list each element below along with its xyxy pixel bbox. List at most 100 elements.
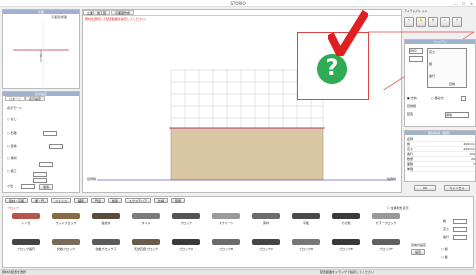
category-tabs: 建材・平面 塀・門 フェンス 舗装 門扉 植栽 エクステリア 外構 照明 (5, 198, 185, 204)
material-item[interactable]: 平板 (285, 211, 327, 229)
display-mode-label: 表示モード (7, 106, 23, 110)
option-joint-label: 目地 (10, 144, 17, 148)
select-tool-icon[interactable]: ↖ (404, 17, 414, 27)
material-item[interactable]: ウッドブロック (45, 211, 87, 229)
side-width-field[interactable] (453, 219, 467, 224)
material-item[interactable]: タイル (125, 211, 167, 229)
orientation-vertical[interactable]: ○ 縦 (441, 255, 448, 259)
category-tab[interactable]: 門扉 (91, 198, 106, 203)
hand-tool-icon[interactable]: ✋ (416, 17, 426, 27)
field-a[interactable] (33, 172, 47, 177)
orientation-vertical-label: 縦 (444, 255, 448, 259)
category-tab[interactable]: 照明 (170, 198, 185, 203)
material-swatch (332, 239, 360, 245)
material-item[interactable]: スクリーン (205, 211, 247, 229)
side-height-field[interactable] (453, 227, 467, 232)
material-item[interactable]: 強化木 (85, 211, 127, 229)
option-stone[interactable]: ○ 石積 (7, 131, 17, 135)
material-item[interactable]: 天然石調ブロック (125, 237, 167, 255)
material-item[interactable]: ブロック (165, 211, 207, 229)
ok-button[interactable]: OK (414, 185, 436, 191)
help-tool-icon[interactable]: ? (452, 17, 462, 27)
material-item[interactable]: ブロックA (165, 237, 207, 255)
joint-value-field[interactable] (49, 144, 63, 149)
material-label: 平板 (302, 221, 309, 225)
material-item[interactable]: ブロックF (365, 237, 407, 255)
radio-pattern-label: 積み方 (434, 96, 444, 100)
material-swatch (372, 239, 400, 245)
material-label: ブロック長尺 (16, 247, 35, 251)
option-checkbox[interactable] (461, 96, 466, 101)
material-item[interactable]: カラーブロック (365, 211, 407, 229)
dim-depth: 奥行 (429, 74, 436, 78)
placement-label: 配置 (407, 112, 414, 116)
option-material[interactable]: ○ 素材 (7, 156, 17, 160)
material-label: 床材 (262, 221, 269, 225)
help-question-icon[interactable]: ? (317, 54, 347, 84)
material-item[interactable]: ブロックD (285, 237, 327, 255)
material-item[interactable]: レンガ (5, 211, 47, 229)
material-info-panel: 部材情報（積算） 名称幅 400mm 高さ 200mm 奥行 100 数量 26 面積 7 単価 (404, 130, 476, 182)
joint-setting-button[interactable]: 設定 (411, 249, 425, 255)
material-item[interactable]: ブロック長尺 (5, 237, 47, 255)
plan-preview-caption: 平面図/断面 (51, 15, 68, 19)
apply-button[interactable]: 適用 (39, 184, 53, 190)
size-field[interactable] (21, 184, 35, 189)
orientation-horizontal[interactable]: ○ 横 (441, 247, 448, 251)
material-item[interactable]: ブロックE (325, 237, 367, 255)
info-row: 単価 (407, 167, 475, 172)
material-swatch (212, 239, 240, 245)
material-swatch (52, 213, 80, 219)
radio-direction[interactable]: ● 方向 (407, 96, 417, 100)
material-item[interactable]: 化粧ブロック２ (85, 237, 127, 255)
category-tab[interactable]: 塀・門 (31, 198, 49, 203)
info-value: 400mm (463, 142, 475, 146)
category-tab[interactable]: 外構 (153, 198, 168, 203)
option-none-label: なし (10, 117, 17, 121)
side-depth-label: 奥行 (443, 235, 450, 239)
size-b-field[interactable] (409, 56, 423, 62)
joint-width-label: 目地幅 (407, 104, 417, 108)
info-value: 100 (469, 152, 475, 156)
category-tab[interactable]: 舗装 (73, 198, 88, 203)
material-item[interactable]: ブロックB (205, 237, 247, 255)
material-item[interactable]: その他 (325, 211, 367, 229)
material-swatch (92, 239, 120, 245)
side-depth-field[interactable] (453, 235, 467, 240)
info-value: 200mm (463, 147, 475, 151)
material-item[interactable]: 化粧ブロック (45, 237, 87, 255)
preview-box (427, 48, 467, 88)
material-item[interactable]: ブロックC (245, 237, 287, 255)
placement-select[interactable]: 通常 (445, 112, 469, 118)
category-tab[interactable]: フェンス (51, 198, 71, 203)
info-key: 高さ (407, 147, 414, 151)
show-all-checkbox[interactable]: ☐ 全素材を表示 (387, 206, 409, 210)
radio-pattern[interactable]: ○ 積み方 (431, 96, 444, 100)
option-joint[interactable]: ○ 目地 (7, 144, 17, 148)
material-label: タイル (141, 221, 151, 225)
tab-pattern[interactable]: パターン (5, 96, 25, 101)
side-height-label: 高さ (443, 227, 450, 231)
check-mark-icon (328, 10, 368, 56)
material-swatch (12, 239, 40, 245)
stone-value-field[interactable] (43, 131, 57, 136)
material-label: ブロックA (178, 247, 194, 251)
field-b[interactable] (33, 178, 47, 183)
category-tab[interactable]: エクステリア (125, 198, 151, 203)
material-swatch (172, 213, 200, 219)
plan-preview-header: 平面 (3, 10, 79, 14)
material-item[interactable]: 床材 (245, 211, 287, 229)
zoom-tool-icon[interactable]: ⚲ (428, 17, 438, 27)
material-swatch (132, 213, 160, 219)
tab-display[interactable]: 表示設定 (25, 96, 46, 101)
cancel-button[interactable]: キャンセル (444, 185, 470, 191)
option-construction[interactable]: ○ 施工 (7, 169, 17, 173)
category-tab[interactable]: 建材・平面 (5, 198, 29, 203)
size-a-field[interactable]: 500 (409, 48, 423, 54)
search-tool-icon[interactable]: ⌕ (440, 17, 450, 27)
option-none[interactable]: ○ なし (7, 117, 17, 121)
info-key: 単価 (407, 167, 414, 171)
material-palette: 建材・平面 塀・門 フェンス 舗装 門扉 植栽 エクステリア 外構 照明 ブロック ☐ 全素材を… (2, 196, 474, 268)
material-dimension-field[interactable] (39, 162, 53, 167)
category-tab[interactable]: 植栽 (108, 198, 123, 203)
